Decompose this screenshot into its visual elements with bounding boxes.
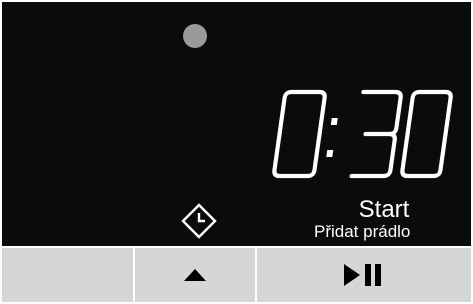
- play-pause-button[interactable]: [257, 248, 471, 302]
- up-button[interactable]: [135, 248, 257, 302]
- button-row: [2, 248, 471, 302]
- start-label: Start: [358, 196, 410, 223]
- status-indicator-dot: [183, 24, 207, 48]
- blank-button[interactable]: [2, 248, 135, 302]
- digit-0-second: [400, 89, 453, 179]
- delay-timer-clock-icon: [180, 202, 218, 240]
- display-screen: 0:30: [2, 2, 471, 246]
- add-laundry-label: Přidat prádlo: [314, 222, 411, 241]
- washer-control-panel: 0:30: [0, 0, 473, 304]
- seven-segment-digits: [272, 89, 453, 179]
- digit-3: [349, 89, 403, 179]
- up-arrow-icon: [184, 269, 206, 281]
- time-readout: 0:30: [272, 88, 456, 180]
- digit-0: [272, 89, 327, 179]
- play-pause-icon: [344, 264, 381, 286]
- colon: [326, 118, 338, 157]
